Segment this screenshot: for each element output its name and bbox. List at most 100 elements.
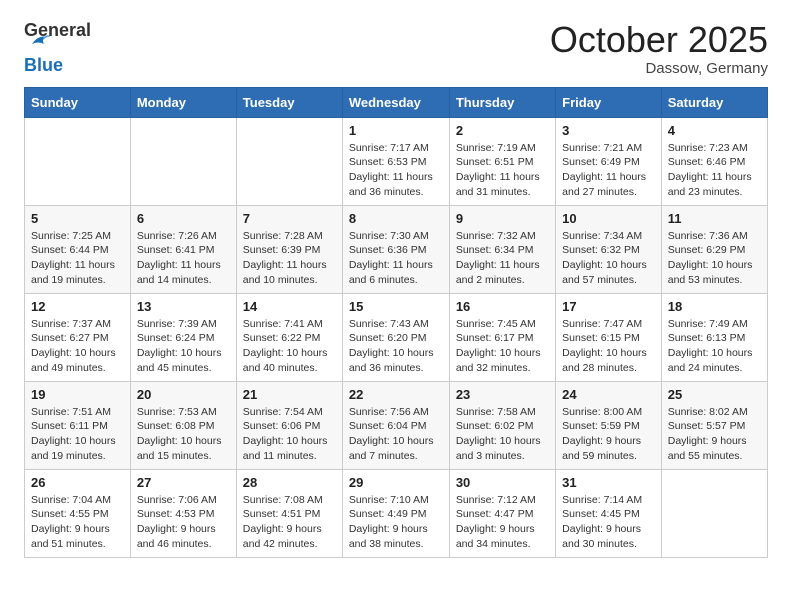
day-cell: 22 Sunrise: 7:56 AM Sunset: 6:04 PM Dayli… [342,381,449,469]
day-info: Sunrise: 7:37 AM Sunset: 6:27 PM Dayligh… [31,317,124,376]
day-number: 20 [137,387,230,402]
day-cell: 12 Sunrise: 7:37 AM Sunset: 6:27 PM Dayli… [25,293,131,381]
day-number: 16 [456,299,549,314]
day-cell: 6 Sunrise: 7:26 AM Sunset: 6:41 PM Daylig… [130,205,236,293]
location-subtitle: Dassow, Germany [550,60,768,77]
calendar-header-row: SundayMondayTuesdayWednesdayThursdayFrid… [25,87,768,117]
day-number: 28 [243,475,336,490]
day-cell [25,117,131,205]
day-number: 6 [137,211,230,226]
column-header-sunday: Sunday [25,87,131,117]
day-number: 12 [31,299,124,314]
day-cell: 11 Sunrise: 7:36 AM Sunset: 6:29 PM Dayli… [661,205,767,293]
day-cell: 14 Sunrise: 7:41 AM Sunset: 6:22 PM Dayli… [236,293,342,381]
day-number: 31 [562,475,655,490]
day-cell: 17 Sunrise: 7:47 AM Sunset: 6:15 PM Dayli… [556,293,662,381]
logo: General Blue [24,20,91,76]
day-cell [661,469,767,557]
day-number: 5 [31,211,124,226]
day-cell: 5Sunrise: 7:25 AM Sunset: 6:44 PM Daylig… [25,205,131,293]
day-cell: 23 Sunrise: 7:58 AM Sunset: 6:02 PM Dayli… [449,381,555,469]
day-cell: 19 Sunrise: 7:51 AM Sunset: 6:11 PM Dayli… [25,381,131,469]
day-cell: 8 Sunrise: 7:30 AM Sunset: 6:36 PM Daylig… [342,205,449,293]
day-info: Sunrise: 7:12 AM Sunset: 4:47 PM Dayligh… [456,493,549,552]
column-header-monday: Monday [130,87,236,117]
day-number: 8 [349,211,443,226]
column-header-thursday: Thursday [449,87,555,117]
day-info: Sunrise: 7:26 AM Sunset: 6:41 PM Dayligh… [137,229,230,288]
title-block: October 2025 Dassow, Germany [550,20,768,77]
day-info: Sunrise: 7:14 AM Sunset: 4:45 PM Dayligh… [562,493,655,552]
day-cell [236,117,342,205]
day-info: Sunrise: 8:00 AM Sunset: 5:59 PM Dayligh… [562,405,655,464]
day-number: 13 [137,299,230,314]
day-number: 22 [349,387,443,402]
day-cell: 7Sunrise: 7:28 AM Sunset: 6:39 PM Daylig… [236,205,342,293]
day-info: Sunrise: 7:34 AM Sunset: 6:32 PM Dayligh… [562,229,655,288]
day-number: 18 [668,299,761,314]
day-cell: 15 Sunrise: 7:43 AM Sunset: 6:20 PM Dayli… [342,293,449,381]
day-cell: 9Sunrise: 7:32 AM Sunset: 6:34 PM Daylig… [449,205,555,293]
day-number: 19 [31,387,124,402]
day-info: Sunrise: 7:58 AM Sunset: 6:02 PM Dayligh… [456,405,549,464]
day-cell: 25 Sunrise: 8:02 AM Sunset: 5:57 PM Dayli… [661,381,767,469]
day-number: 24 [562,387,655,402]
day-info: Sunrise: 7:43 AM Sunset: 6:20 PM Dayligh… [349,317,443,376]
day-cell: 20 Sunrise: 7:53 AM Sunset: 6:08 PM Dayli… [130,381,236,469]
day-info: Sunrise: 7:51 AM Sunset: 6:11 PM Dayligh… [31,405,124,464]
day-info: Sunrise: 7:17 AM Sunset: 6:53 PM Dayligh… [349,141,443,200]
day-number: 11 [668,211,761,226]
column-header-tuesday: Tuesday [236,87,342,117]
day-info: Sunrise: 7:30 AM Sunset: 6:36 PM Dayligh… [349,229,443,288]
day-info: Sunrise: 8:02 AM Sunset: 5:57 PM Dayligh… [668,405,761,464]
day-cell: 2Sunrise: 7:19 AM Sunset: 6:51 PM Daylig… [449,117,555,205]
day-number: 30 [456,475,549,490]
day-number: 2 [456,123,549,138]
day-info: Sunrise: 7:56 AM Sunset: 6:04 PM Dayligh… [349,405,443,464]
day-number: 17 [562,299,655,314]
day-cell: 21Sunrise: 7:54 AM Sunset: 6:06 PM Dayli… [236,381,342,469]
day-number: 14 [243,299,336,314]
week-row-5: 26Sunrise: 7:04 AM Sunset: 4:55 PM Dayli… [25,469,768,557]
logo-blue: Blue [24,55,91,76]
day-cell: 3 Sunrise: 7:21 AM Sunset: 6:49 PM Daylig… [556,117,662,205]
day-number: 10 [562,211,655,226]
day-cell: 26Sunrise: 7:04 AM Sunset: 4:55 PM Dayli… [25,469,131,557]
day-cell: 4Sunrise: 7:23 AM Sunset: 6:46 PM Daylig… [661,117,767,205]
day-info: Sunrise: 7:23 AM Sunset: 6:46 PM Dayligh… [668,141,761,200]
day-number: 15 [349,299,443,314]
day-number: 29 [349,475,443,490]
day-number: 26 [31,475,124,490]
day-number: 1 [349,123,443,138]
day-info: Sunrise: 7:39 AM Sunset: 6:24 PM Dayligh… [137,317,230,376]
day-cell: 13 Sunrise: 7:39 AM Sunset: 6:24 PM Dayli… [130,293,236,381]
day-info: Sunrise: 7:36 AM Sunset: 6:29 PM Dayligh… [668,229,761,288]
day-cell: 30 Sunrise: 7:12 AM Sunset: 4:47 PM Dayli… [449,469,555,557]
day-info: Sunrise: 7:53 AM Sunset: 6:08 PM Dayligh… [137,405,230,464]
week-row-4: 19 Sunrise: 7:51 AM Sunset: 6:11 PM Dayli… [25,381,768,469]
day-number: 23 [456,387,549,402]
day-cell: 27Sunrise: 7:06 AM Sunset: 4:53 PM Dayli… [130,469,236,557]
day-info: Sunrise: 7:32 AM Sunset: 6:34 PM Dayligh… [456,229,549,288]
day-cell: 28 Sunrise: 7:08 AM Sunset: 4:51 PM Dayli… [236,469,342,557]
column-header-saturday: Saturday [661,87,767,117]
column-header-friday: Friday [556,87,662,117]
day-number: 3 [562,123,655,138]
day-info: Sunrise: 7:21 AM Sunset: 6:49 PM Dayligh… [562,141,655,200]
day-info: Sunrise: 7:54 AM Sunset: 6:06 PM Dayligh… [243,405,336,464]
day-info: Sunrise: 7:08 AM Sunset: 4:51 PM Dayligh… [243,493,336,552]
day-info: Sunrise: 7:49 AM Sunset: 6:13 PM Dayligh… [668,317,761,376]
day-number: 27 [137,475,230,490]
day-number: 25 [668,387,761,402]
calendar-table: SundayMondayTuesdayWednesdayThursdayFrid… [24,87,768,558]
column-header-wednesday: Wednesday [342,87,449,117]
day-cell: 31 Sunrise: 7:14 AM Sunset: 4:45 PM Dayli… [556,469,662,557]
week-row-1: 1 Sunrise: 7:17 AM Sunset: 6:53 PM Daylig… [25,117,768,205]
day-info: Sunrise: 7:41 AM Sunset: 6:22 PM Dayligh… [243,317,336,376]
day-info: Sunrise: 7:47 AM Sunset: 6:15 PM Dayligh… [562,317,655,376]
day-cell: 29Sunrise: 7:10 AM Sunset: 4:49 PM Dayli… [342,469,449,557]
page-header: General Blue October 2025 Dassow, German… [24,20,768,77]
day-cell [130,117,236,205]
day-info: Sunrise: 7:45 AM Sunset: 6:17 PM Dayligh… [456,317,549,376]
day-number: 7 [243,211,336,226]
